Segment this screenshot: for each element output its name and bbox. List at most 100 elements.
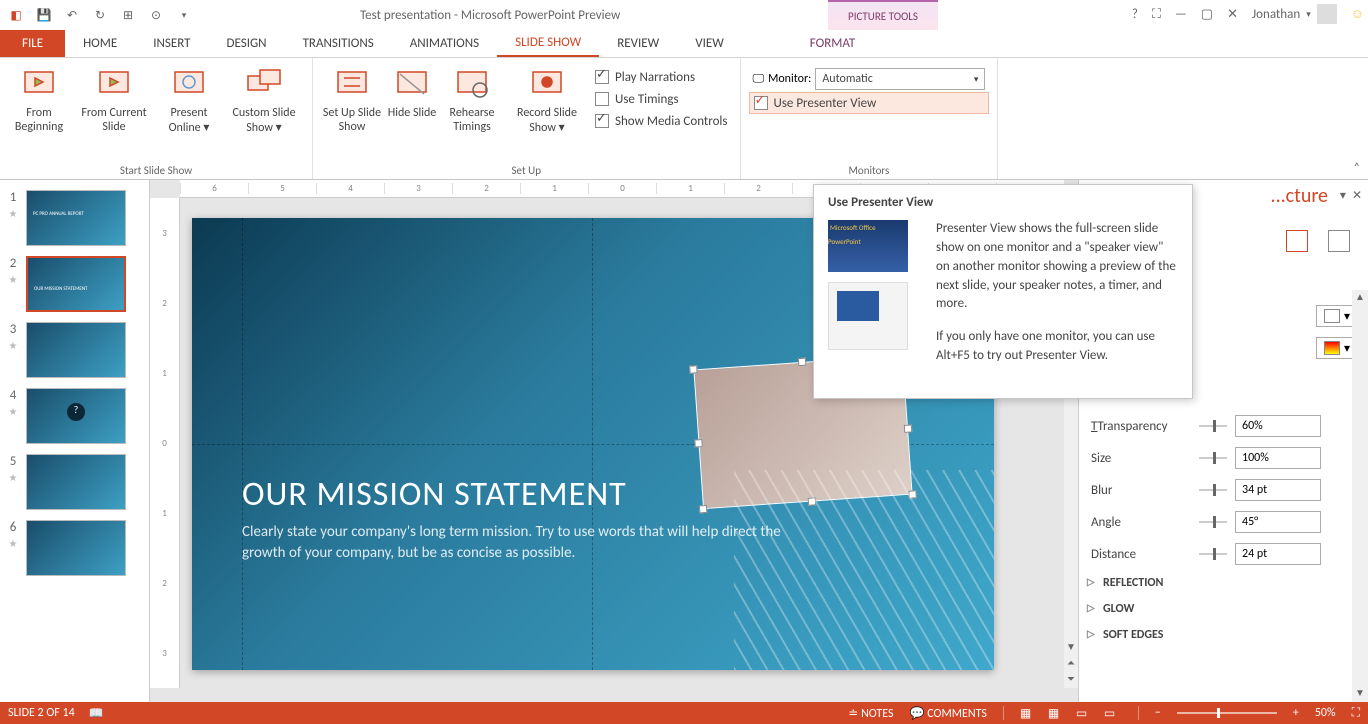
effects-tab-icon[interactable] (1286, 230, 1308, 252)
thumb-1[interactable]: 1★PC PRO ANNUAL REPORT (0, 188, 149, 254)
tab-review[interactable]: REVIEW (599, 30, 677, 57)
collapse-ribbon-icon[interactable]: ˄ (1354, 161, 1360, 175)
status-bar: SLIDE 2 OF 14 📖 ≐ NOTES 💬 COMMENTS ▦ ▦ ▭… (0, 702, 1368, 724)
monitor-select[interactable]: Automatic▾ (815, 68, 985, 90)
vertical-ruler: 3210123 (150, 198, 180, 688)
tab-design[interactable]: DESIGN (209, 30, 285, 57)
notes-button[interactable]: ≐ NOTES (848, 706, 893, 721)
zoom-in-icon[interactable]: + (1293, 706, 1299, 720)
pane-close-icon[interactable]: ✕ (1352, 188, 1362, 203)
sorter-view-icon[interactable]: ▦ (1048, 706, 1066, 720)
next-slide-icon[interactable]: ⏷ (1064, 672, 1078, 688)
hide-slide-button[interactable]: Hide Slide (387, 62, 437, 135)
slide-title[interactable]: OUR MISSION STATEMENT (242, 474, 627, 515)
tab-file[interactable]: FILE (0, 30, 65, 57)
window-controls: ? ⛶ — ▢ ✕ Jonathan ▾ ☺ (1132, 4, 1364, 24)
tab-animations[interactable]: ANIMATIONS (392, 30, 497, 57)
tab-insert[interactable]: INSERT (135, 30, 208, 57)
setup-slide-show-button[interactable]: Set Up Slide Show (321, 62, 383, 135)
thumb-4[interactable]: 4★? (0, 386, 149, 452)
user-account[interactable]: Jonathan ▾ (1252, 4, 1337, 24)
prev-slide-icon[interactable]: ⏶ (1064, 656, 1078, 672)
zoom-out-icon[interactable]: − (1155, 706, 1161, 720)
reading-view-icon[interactable]: ▭ (1076, 706, 1094, 720)
use-presenter-view-checkbox[interactable]: Use Presenter View (749, 92, 990, 114)
soft-edges-section[interactable]: SOFT EDGES (1091, 622, 1364, 648)
start-show-icon[interactable]: ⊞ (116, 3, 140, 27)
record-slide-show-button[interactable]: Record Slide Show ▾ (507, 62, 587, 135)
tab-home[interactable]: HOME (65, 30, 135, 57)
scroll-down-icon[interactable]: ▼ (1064, 640, 1078, 656)
save-icon[interactable]: 💾 (32, 3, 56, 27)
angle-label: Angle (1091, 515, 1191, 530)
resize-handle[interactable] (904, 424, 913, 433)
size-slider[interactable] (1199, 452, 1227, 464)
thumb-2[interactable]: 2★OUR MISSION STATEMENT (0, 254, 149, 320)
thumb-3[interactable]: 3★ (0, 320, 149, 386)
maximize-icon[interactable]: ▢ (1201, 7, 1213, 22)
size-input[interactable] (1235, 447, 1321, 469)
fit-to-window-icon[interactable]: ⛶ (1352, 706, 1360, 720)
feedback-icon[interactable]: ☺ (1351, 6, 1364, 22)
resize-handle[interactable] (694, 439, 703, 448)
slide-counter[interactable]: SLIDE 2 OF 14 (8, 706, 75, 720)
comments-button[interactable]: 💬 COMMENTS (910, 706, 987, 721)
present-online-button[interactable]: Present Online ▾ (158, 62, 220, 135)
pane-menu-icon[interactable]: ▾ (1340, 188, 1346, 203)
size-label: Size (1091, 451, 1191, 466)
glow-section[interactable]: GLOW (1091, 596, 1364, 622)
resize-handle[interactable] (798, 358, 807, 367)
undo-icon[interactable]: ↶ (60, 3, 84, 27)
group-label-monitors: Monitors (749, 162, 990, 179)
zoom-level[interactable]: 50% (1315, 706, 1336, 720)
spell-check-icon[interactable]: 📖 (89, 706, 104, 721)
from-beginning-button[interactable]: From Beginning (8, 62, 70, 135)
tab-view[interactable]: VIEW (677, 30, 742, 57)
custom-slide-show-button[interactable]: Custom Slide Show ▾ (224, 62, 304, 135)
resize-handle[interactable] (689, 365, 698, 374)
from-current-button[interactable]: From Current Slide (74, 62, 154, 135)
rehearse-timings-button[interactable]: Rehearse Timings (441, 62, 503, 135)
zoom-slider[interactable] (1177, 712, 1277, 714)
resize-handle[interactable] (808, 497, 817, 506)
angle-input[interactable] (1235, 511, 1321, 533)
pane-scrollbar[interactable]: ▲ ▼ (1352, 290, 1368, 702)
slideshow-view-icon[interactable]: ▭ (1104, 706, 1122, 720)
picture-tab-icon[interactable] (1328, 230, 1350, 252)
redo-icon[interactable]: ↻ (88, 3, 112, 27)
use-timings-checkbox[interactable]: Use Timings (591, 88, 732, 110)
qat-dropdown-icon[interactable]: ▾ (172, 3, 196, 27)
thumb-5[interactable]: 5★ (0, 452, 149, 518)
blur-input[interactable] (1235, 479, 1321, 501)
scroll-up-icon[interactable]: ▲ (1352, 290, 1368, 306)
ribbon-display-icon[interactable]: ⛶ (1152, 7, 1161, 22)
tab-slideshow[interactable]: SLIDE SHOW (497, 30, 599, 57)
tab-transitions[interactable]: TRANSITIONS (285, 30, 392, 57)
blur-slider[interactable] (1199, 484, 1227, 496)
distance-slider[interactable] (1199, 548, 1227, 560)
transparency-input[interactable] (1235, 415, 1321, 437)
group-start-slide-show: From Beginning From Current Slide Presen… (0, 58, 313, 179)
angle-slider[interactable] (1199, 516, 1227, 528)
app-icon: ◧ (4, 3, 28, 27)
tooltip-title: Use Presenter View (828, 195, 1178, 210)
normal-view-icon[interactable]: ▦ (1020, 706, 1038, 720)
tooltip-image-2 (828, 282, 908, 350)
minimize-icon[interactable]: — (1175, 7, 1187, 22)
slide-body[interactable]: Clearly state your company's long term m… (242, 522, 802, 564)
help-icon[interactable]: ? (1132, 7, 1138, 22)
user-name: Jonathan (1252, 7, 1300, 22)
distance-input[interactable] (1235, 543, 1321, 565)
reflection-section[interactable]: REFLECTION (1091, 570, 1364, 596)
close-icon[interactable]: ✕ (1227, 7, 1238, 22)
scroll-down-icon[interactable]: ▼ (1352, 686, 1368, 702)
transparency-slider[interactable] (1199, 420, 1227, 432)
thumb-6[interactable]: 6★ (0, 518, 149, 584)
play-narrations-checkbox[interactable]: Play Narrations (591, 66, 732, 88)
touch-mode-icon[interactable]: ⊙ (144, 3, 168, 27)
chevron-down-icon: ▾ (974, 74, 979, 85)
resize-handle[interactable] (908, 490, 917, 499)
tab-format[interactable]: FORMAT (792, 30, 873, 57)
show-media-controls-checkbox[interactable]: Show Media Controls (591, 110, 732, 132)
resize-handle[interactable] (699, 505, 708, 514)
